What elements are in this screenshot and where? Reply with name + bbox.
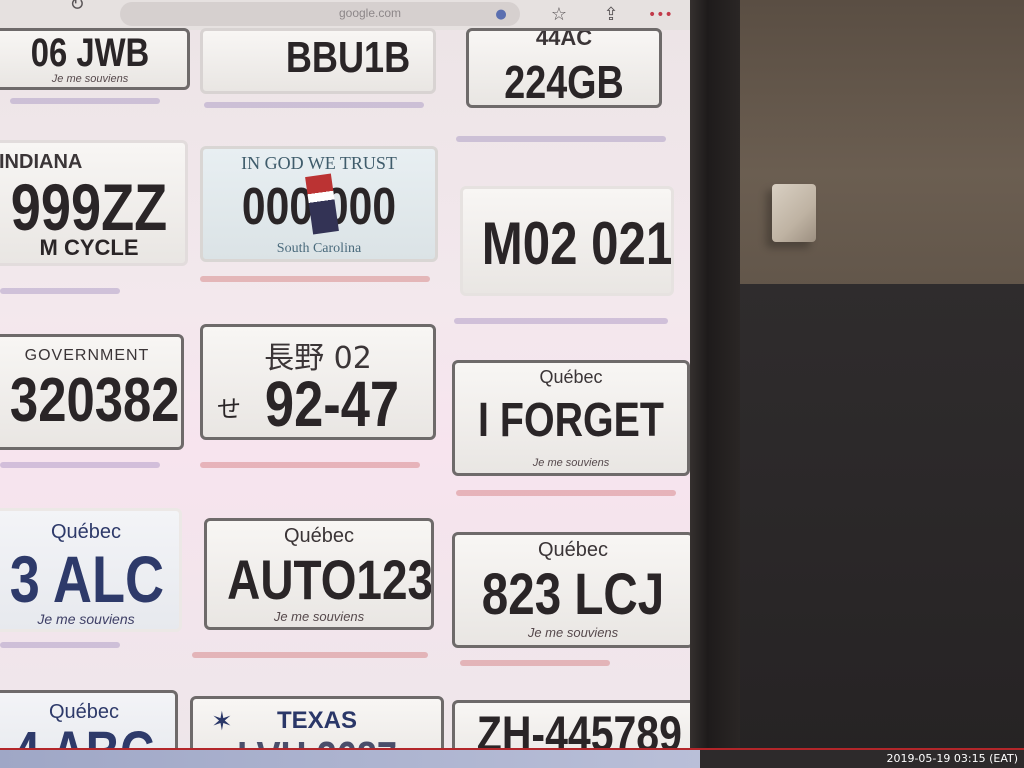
license-plate[interactable]: Québec 4 ABC (0, 690, 178, 754)
license-plate[interactable]: Québec 823 LCJ Je me souviens (452, 532, 690, 648)
plate-number: 3 ALC (9, 542, 165, 616)
license-plate[interactable]: IN GOD WE TRUST 000 000 South Carolina (200, 146, 438, 262)
plate-number: 999ZZ (10, 170, 168, 244)
share-icon[interactable]: ⇪ (600, 4, 622, 26)
image-caption (460, 660, 610, 666)
dark-panel (700, 284, 1024, 754)
url-text: google.com (338, 6, 402, 20)
license-plate[interactable]: M02 021 (460, 186, 674, 296)
star-icon[interactable]: ☆ (548, 4, 570, 26)
wall (700, 0, 1024, 290)
plate-type: M CYCLE (39, 235, 139, 260)
plate-number: I FORGET (478, 394, 664, 447)
plate-prefix: せ (217, 395, 241, 423)
plate-header: Québec (537, 539, 609, 561)
license-plate[interactable]: 長野 02 せ 92-47 (200, 324, 436, 440)
plate-state: South Carolina (276, 241, 362, 256)
image-caption (454, 318, 668, 324)
plate-number: BBU1B (285, 33, 411, 82)
image-caption (456, 136, 666, 142)
license-plate[interactable]: ZH-445789 (452, 700, 690, 754)
image-caption (204, 102, 424, 108)
image-caption (0, 642, 120, 648)
plate-number: 823 LCJ (481, 562, 665, 627)
plate-number: 320382 (9, 366, 180, 435)
plate-motto: Je me souviens (532, 457, 610, 469)
plate-header: 44AC (535, 28, 593, 50)
license-plate[interactable]: Québec 3 ALC Je me souviens (0, 508, 182, 632)
plate-header: Québec (283, 525, 355, 547)
image-caption (192, 652, 428, 658)
image-caption (10, 98, 160, 104)
license-plate[interactable]: Québec I FORGET Je me souviens (452, 360, 690, 476)
plate-number: 224GB (504, 56, 624, 108)
plate-header: TEXAS (276, 707, 357, 734)
plate-number: M02 021 (481, 210, 674, 277)
plate-number: 06 JWB (30, 31, 150, 75)
plate-header: GOVERNMENT (24, 347, 150, 364)
refresh-icon[interactable]: ↻ (66, 0, 88, 16)
plate-motto: Je me souviens (273, 609, 365, 624)
license-plate[interactable]: GOVERNMENT 320382 (0, 334, 184, 450)
strip-tint (0, 750, 700, 768)
plate-motto: Je me souviens (51, 73, 129, 85)
tablet-screen: ↻ google.com ● ☆ ⇪ ••• 06 JWB Je me souv… (0, 0, 690, 754)
image-caption (0, 462, 160, 468)
more-icon[interactable]: ••• (648, 4, 673, 26)
timestamp-bar: 2019-05-19 03:15 (EAT) (0, 748, 1024, 768)
license-plate[interactable]: 44AC 224GB (466, 28, 662, 108)
plate-motto: Je me souviens (527, 625, 619, 640)
plate-header: Québec (539, 367, 603, 387)
wall-object (772, 184, 816, 242)
image-caption (200, 276, 430, 282)
plate-number: ZH-445789 (476, 706, 682, 754)
plate-number: 92-47 (264, 368, 400, 440)
image-caption (0, 288, 120, 294)
image-caption (200, 462, 420, 468)
license-plate[interactable]: BBU1B (200, 28, 436, 94)
plate-number: AUTO123 (227, 548, 434, 611)
image-caption (456, 490, 676, 496)
license-plate[interactable]: ✶ TEXAS LVH 2687 (190, 696, 444, 754)
plate-motto: Je me souviens (37, 611, 135, 627)
address-bar[interactable]: google.com (120, 2, 520, 26)
license-plate[interactable]: Québec AUTO123 Je me souviens (204, 518, 434, 630)
tablet-bezel (686, 0, 740, 754)
plate-header: IN GOD WE TRUST (241, 153, 397, 173)
license-plate[interactable]: 06 JWB Je me souviens (0, 28, 190, 90)
microphone-icon[interactable]: ● (490, 4, 512, 26)
timestamp: 2019-05-19 03:15 (EAT) (886, 752, 1018, 765)
license-plate[interactable]: INDIANA 999ZZ M CYCLE (0, 140, 188, 266)
browser-toolbar: ↻ google.com ● ☆ ⇪ ••• (0, 0, 690, 30)
